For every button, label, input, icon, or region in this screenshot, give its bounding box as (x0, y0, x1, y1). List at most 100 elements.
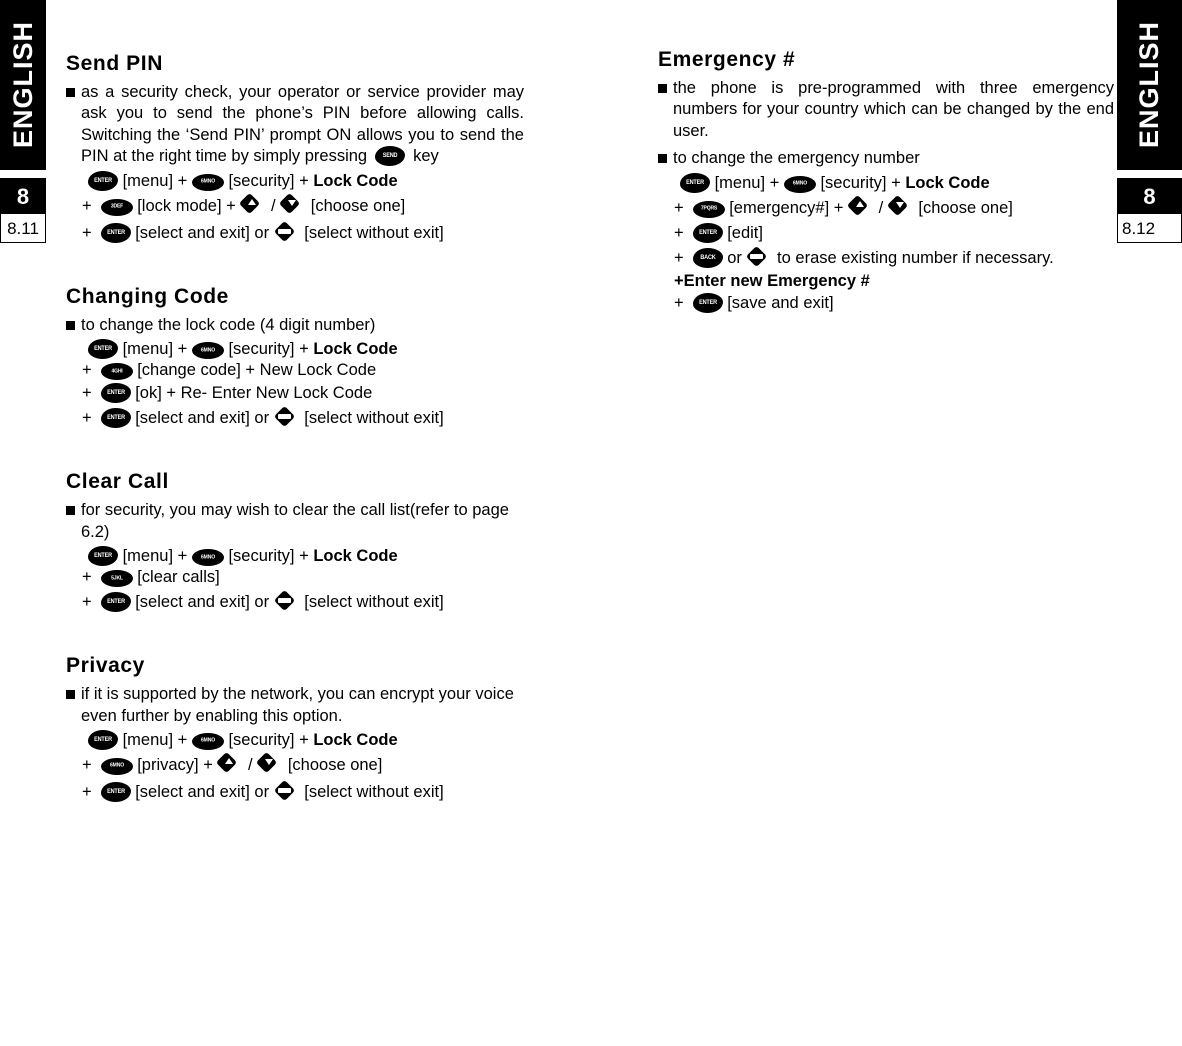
send-key-icon: SEND (375, 146, 406, 167)
label-enter-new-emergency: +Enter new Emergency # (674, 271, 870, 290)
label-select-and-exit: [select and exit] or (135, 593, 270, 612)
step-clear-call-2: + 5JKL [clear calls] (66, 568, 524, 588)
label-select-without-exit: [select without exit] (304, 409, 444, 428)
label-ok: [ok] + Re- Enter New Lock Code (135, 384, 373, 403)
enter-key-icon: ENTER (680, 172, 710, 193)
plus-sign: + (177, 730, 188, 749)
label-menu: [menu] (122, 171, 174, 190)
plus-sign: + (299, 171, 309, 190)
plus-sign: + (82, 409, 92, 428)
plus-sign: + (177, 340, 188, 359)
label-clear-calls: [clear calls] (137, 568, 220, 587)
plus-sign: + (674, 294, 684, 313)
label-save-and-exit: [save and exit] (727, 294, 834, 313)
bullet-changing-code: to change the lock code (4 digit number) (66, 315, 524, 336)
clr-key-icon (273, 779, 300, 804)
key-6mno-icon: 6MNO (191, 732, 224, 750)
right-language-tab: ENGLISH 8 8.12 (1117, 0, 1182, 243)
right-language-label: ENGLISH (1134, 21, 1164, 149)
bullet-text-emergency-2: to change the emergency number (673, 149, 920, 168)
step-changing-code-1: ENTER [menu] + 6MNO [security] + Lock Co… (66, 339, 524, 360)
bullet-square-icon (66, 690, 75, 700)
label-choose-one: [choose one] (310, 196, 406, 215)
plus-sign: + (82, 782, 92, 801)
slash-separator: / (270, 196, 276, 215)
plus-sign: + (203, 755, 213, 774)
label-or: or (727, 248, 742, 267)
up-arrow-key-icon (239, 192, 266, 218)
step-emergency-6: + ENTER [save and exit] (658, 293, 1114, 314)
bullet-send-pin: as a security check, your operator or se… (66, 82, 524, 168)
plus-sign: + (674, 198, 684, 217)
enter-key-icon: ENTER (100, 408, 131, 429)
plus-sign: + (82, 361, 92, 380)
plus-sign: + (891, 173, 901, 192)
slash-separator: / (248, 755, 253, 774)
step-changing-code-2: + 4GHI [change code] + New Lock Code (66, 361, 524, 381)
bullet-clear-call: for security, you may wish to clear the … (66, 500, 524, 543)
plus-sign: + (82, 196, 92, 215)
label-select-and-exit: [select and exit] or (135, 782, 270, 801)
left-content-column: Send PIN as a security check, your opera… (66, 0, 524, 836)
bullet-square-icon (658, 154, 667, 164)
step-emergency-2: + 7PQRS [emergency#] + / [choose one] (658, 194, 1114, 220)
bullet-square-icon (66, 320, 75, 330)
bullet-text-clear-call: for security, you may wish to clear the … (81, 501, 509, 541)
enter-key-icon: ENTER (88, 729, 118, 750)
clr-key-icon (273, 589, 300, 614)
enter-key-icon: ENTER (692, 222, 723, 243)
label-select-and-exit: [select and exit] or (135, 409, 270, 428)
plus-sign: + (674, 248, 684, 267)
key-6mno-icon: 6MNO (783, 175, 816, 193)
label-lock-code: Lock Code (313, 171, 398, 190)
section-title-clear-call: Clear Call (66, 470, 169, 494)
key-6mno-icon: 6MNO (191, 342, 224, 360)
plus-sign: + (82, 593, 92, 612)
section-title-emergency: Emergency # (658, 48, 796, 71)
down-arrow-key-icon (886, 194, 914, 220)
label-privacy: [privacy] (137, 755, 199, 774)
down-arrow-key-icon (279, 192, 306, 218)
section-privacy: Privacy if it is supported by the networ… (66, 654, 524, 804)
label-erase-note: to erase existing number if necessary. (777, 248, 1054, 267)
enter-key-icon: ENTER (100, 383, 131, 404)
enter-key-icon: ENTER (88, 339, 118, 360)
key-3def-icon: 3DEF (100, 198, 133, 216)
label-lock-code: Lock Code (905, 173, 990, 192)
right-page-number: 8.12 (1117, 214, 1182, 243)
plus-sign: + (299, 547, 309, 566)
plus-sign: + (82, 755, 92, 774)
step-send-pin-2: + 3DEF [lock mode] + / [choose one] (66, 192, 524, 218)
bullet-square-icon (66, 506, 75, 516)
up-arrow-key-icon (216, 751, 243, 777)
step-send-pin-3: + ENTER [select and exit] or [select wit… (66, 220, 524, 245)
right-chapter-number: 8 (1117, 178, 1182, 214)
label-security: [security] (228, 730, 295, 749)
left-language-tab: ENGLISH 8 8.11 (0, 0, 46, 243)
enter-key-icon: ENTER (100, 592, 131, 613)
left-chapter-number: 8 (0, 178, 46, 214)
plus-sign: + (177, 171, 188, 190)
key-7pqrs-icon: 7PQRS (692, 200, 725, 218)
label-security: [security] (228, 171, 295, 190)
bullet-square-icon (66, 88, 75, 97)
send-pin-body-tail: key (413, 147, 439, 166)
step-send-pin-1: ENTER [menu] + 6MNO [security] + Lock Co… (66, 170, 524, 191)
bullet-text-emergency-1: the phone is pre-programmed with three e… (673, 79, 1114, 140)
plus-sign: + (177, 547, 188, 566)
label-select-without-exit: [select without exit] (304, 593, 444, 612)
enter-key-icon: ENTER (100, 781, 131, 802)
label-menu: [menu] (122, 340, 174, 359)
right-language-block: ENGLISH (1117, 0, 1182, 170)
plus-sign: + (833, 198, 844, 217)
step-privacy-1: ENTER [menu] + 6MNO [security] + Lock Co… (66, 729, 524, 750)
label-choose-one: [choose one] (918, 198, 1013, 217)
plus-sign: + (82, 568, 92, 587)
label-select-without-exit: [select without exit] (304, 223, 444, 242)
clr-key-icon (746, 245, 772, 270)
down-arrow-key-icon (256, 751, 283, 777)
section-changing-code: Changing Code to change the lock code (4… (66, 285, 524, 430)
label-menu: [menu] (122, 547, 174, 566)
plus-sign: + (299, 730, 309, 749)
bullet-emergency-1: the phone is pre-programmed with three e… (658, 78, 1114, 142)
